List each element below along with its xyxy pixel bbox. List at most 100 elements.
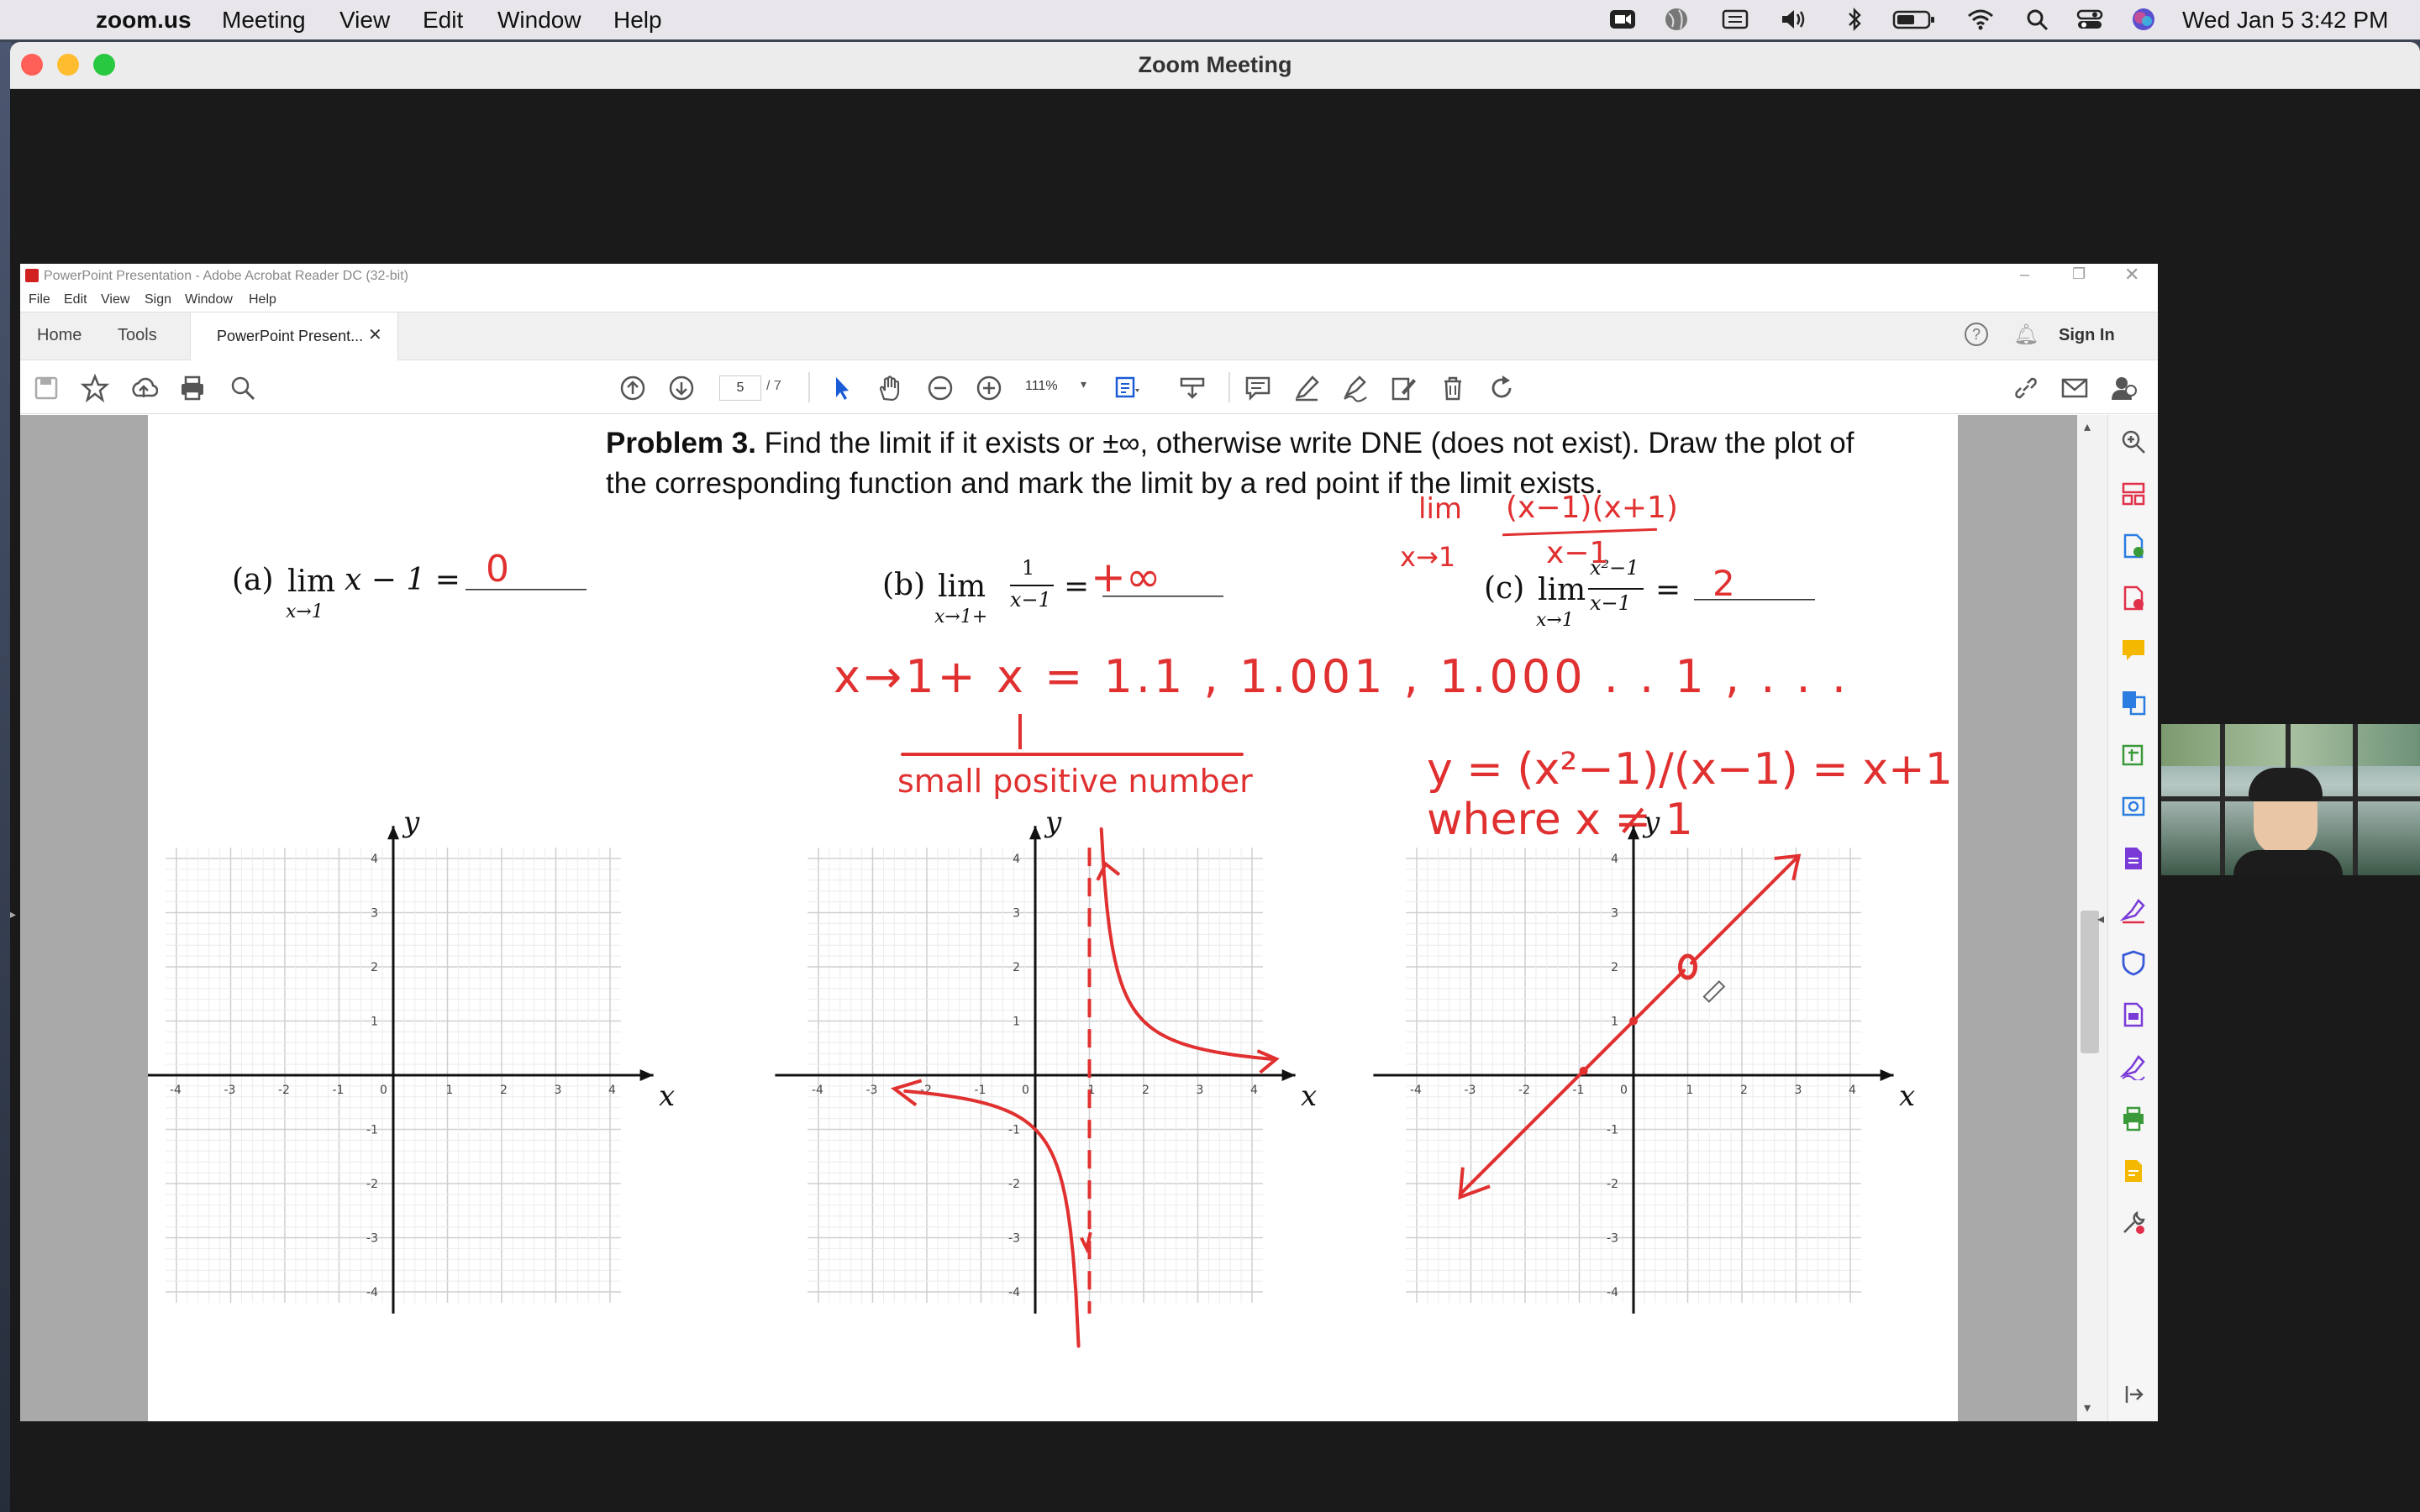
x-tick-label: 3 bbox=[1795, 1084, 1802, 1097]
tab-home[interactable]: Home bbox=[37, 326, 82, 345]
x-tick-label: 4 bbox=[1849, 1084, 1856, 1097]
y-axis-arrow bbox=[1628, 826, 1639, 840]
fill-sign-icon[interactable] bbox=[2120, 845, 2147, 872]
menu-edit[interactable]: Edit bbox=[64, 292, 87, 307]
scrollbar-thumb[interactable] bbox=[2081, 911, 2099, 1053]
scan-icon[interactable] bbox=[2120, 793, 2147, 820]
tab-document-label[interactable]: PowerPoint Present... bbox=[217, 328, 363, 345]
upload-cloud-icon[interactable] bbox=[129, 374, 158, 402]
edit-tool-icon[interactable] bbox=[2120, 741, 2147, 768]
sign-tool-icon[interactable] bbox=[2120, 897, 2147, 924]
page-down-icon[interactable] bbox=[667, 374, 696, 402]
menu-help[interactable]: Help bbox=[613, 7, 662, 34]
create-pdf-icon[interactable] bbox=[2120, 585, 2147, 612]
control-center-icon[interactable] bbox=[2075, 7, 2104, 32]
organize-pages-icon[interactable] bbox=[2120, 480, 2147, 507]
acrobat-title: PowerPoint Presentation - Adobe Acrobat … bbox=[44, 269, 409, 283]
chevron-down-icon[interactable]: ▾ bbox=[1081, 377, 1086, 391]
menu-window[interactable]: Window bbox=[497, 7, 581, 34]
tab-tools[interactable]: Tools bbox=[118, 326, 157, 345]
x-tick-label: 4 bbox=[1250, 1084, 1258, 1097]
volume-icon[interactable] bbox=[1780, 7, 1808, 32]
y-tick-label: 2 bbox=[1013, 961, 1020, 974]
x-axis-label: x bbox=[1899, 1079, 1915, 1113]
notification-bell-icon[interactable]: 🔔︎ bbox=[2013, 323, 2039, 347]
menu-help[interactable]: Help bbox=[249, 292, 276, 307]
zoom-video-icon[interactable] bbox=[1608, 7, 1637, 32]
document-view[interactable]: Problem 3. Find the limit if it exists o… bbox=[20, 415, 2077, 1421]
more-tools-icon[interactable] bbox=[2120, 1210, 2147, 1236]
menu-meeting[interactable]: Meeting bbox=[222, 7, 306, 34]
menu-view[interactable]: View bbox=[339, 7, 390, 34]
input-method-icon[interactable] bbox=[1721, 7, 1749, 32]
print-production-icon[interactable] bbox=[2120, 1105, 2147, 1132]
menu-sign[interactable]: Sign bbox=[145, 292, 171, 307]
page-number-input[interactable]: 5 bbox=[719, 375, 761, 401]
sign-in-button[interactable]: Sign In bbox=[2059, 326, 2115, 345]
participant-video[interactable] bbox=[2161, 724, 2420, 875]
scroll-up-icon[interactable]: ▴ bbox=[2084, 418, 2091, 435]
bookmark-star-icon[interactable] bbox=[81, 374, 109, 402]
request-signature-icon[interactable] bbox=[2120, 1053, 2147, 1080]
globe-icon[interactable] bbox=[1662, 7, 1691, 32]
fit-page-icon[interactable] bbox=[1113, 374, 1141, 402]
restore-icon[interactable]: ❐ bbox=[2072, 265, 2086, 283]
menu-app[interactable]: zoom.us bbox=[96, 7, 192, 34]
prepare-form-icon[interactable] bbox=[2120, 1001, 2147, 1028]
zoom-in-icon[interactable] bbox=[975, 374, 1003, 402]
share-link-icon[interactable] bbox=[2012, 374, 2040, 402]
zoom-tools-icon[interactable] bbox=[2120, 428, 2147, 455]
wifi-icon[interactable] bbox=[1966, 7, 1995, 32]
y-tick-label: 3 bbox=[1013, 907, 1020, 921]
save-icon[interactable] bbox=[32, 374, 60, 402]
hand-tool-icon[interactable] bbox=[876, 374, 904, 402]
find-icon[interactable] bbox=[229, 374, 257, 402]
page-total: / 7 bbox=[766, 379, 781, 393]
share-people-icon[interactable] bbox=[2109, 374, 2138, 402]
search-icon[interactable] bbox=[2023, 7, 2052, 32]
select-cursor-icon[interactable] bbox=[827, 374, 855, 402]
print-icon[interactable] bbox=[178, 374, 207, 402]
zoom-titlebar: Zoom Meeting bbox=[10, 42, 2420, 89]
rotate-icon[interactable] bbox=[1487, 374, 1516, 402]
comment-icon[interactable] bbox=[1244, 374, 1272, 402]
menu-file[interactable]: File bbox=[29, 292, 50, 307]
participant-shoulders bbox=[2233, 850, 2343, 875]
edit-pdf-icon[interactable] bbox=[1390, 374, 1418, 402]
read-mode-icon[interactable] bbox=[1178, 374, 1207, 402]
battery-icon[interactable] bbox=[1892, 7, 1936, 32]
siri-icon[interactable] bbox=[2129, 7, 2158, 32]
minimize-icon[interactable]: – bbox=[2020, 265, 2029, 285]
menu-window[interactable]: Window bbox=[185, 292, 233, 307]
close-icon[interactable]: ✕ bbox=[2124, 264, 2139, 286]
help-icon[interactable]: ? bbox=[1965, 323, 1988, 346]
x-tick-label: -3 bbox=[1465, 1084, 1476, 1097]
zoom-out-icon[interactable] bbox=[926, 374, 955, 402]
collapse-panel-icon[interactable] bbox=[2120, 1381, 2147, 1408]
menu-edit[interactable]: Edit bbox=[423, 7, 463, 34]
menu-view[interactable]: View bbox=[101, 292, 129, 307]
protect-shield-icon[interactable] bbox=[2120, 949, 2147, 976]
comment-tool-icon[interactable] bbox=[2120, 637, 2147, 664]
graph-area: x y -4 -4 -3 -3 -2 -2 -1 -1 0 1 1 2 2 3 3 4 4 x y -4 -4 -3 -3 -2 -… bbox=[148, 806, 1915, 1348]
zoom-level-select[interactable]: 111% bbox=[1025, 379, 1058, 394]
panel-toggle-icon[interactable]: ◂ bbox=[2097, 911, 2104, 927]
send-review-icon[interactable] bbox=[2120, 1158, 2147, 1184]
combine-files-icon[interactable] bbox=[2120, 689, 2147, 716]
acrobat-logo-icon bbox=[25, 269, 39, 282]
export-pdf-icon[interactable] bbox=[2120, 533, 2147, 559]
email-icon[interactable] bbox=[2060, 374, 2089, 402]
side-toggle-icon[interactable]: ▸ bbox=[10, 907, 20, 924]
page-up-icon[interactable] bbox=[618, 374, 647, 402]
bluetooth-icon[interactable] bbox=[1840, 7, 1869, 32]
highlight-pen-icon[interactable] bbox=[1292, 374, 1321, 402]
y-tick-label: -2 bbox=[1008, 1178, 1020, 1191]
x-axis-arrow bbox=[639, 1069, 654, 1081]
menubar-clock[interactable]: Wed Jan 5 3:42 PM bbox=[2182, 7, 2388, 34]
tab-close-icon[interactable]: ✕ bbox=[368, 324, 382, 345]
sign-pen-icon[interactable] bbox=[1341, 374, 1370, 402]
y-axis-label: y bbox=[402, 806, 420, 839]
delete-icon[interactable] bbox=[1439, 374, 1467, 402]
scroll-down-icon[interactable]: ▾ bbox=[2084, 1399, 2091, 1416]
x-tick-label: -4 bbox=[170, 1084, 182, 1097]
